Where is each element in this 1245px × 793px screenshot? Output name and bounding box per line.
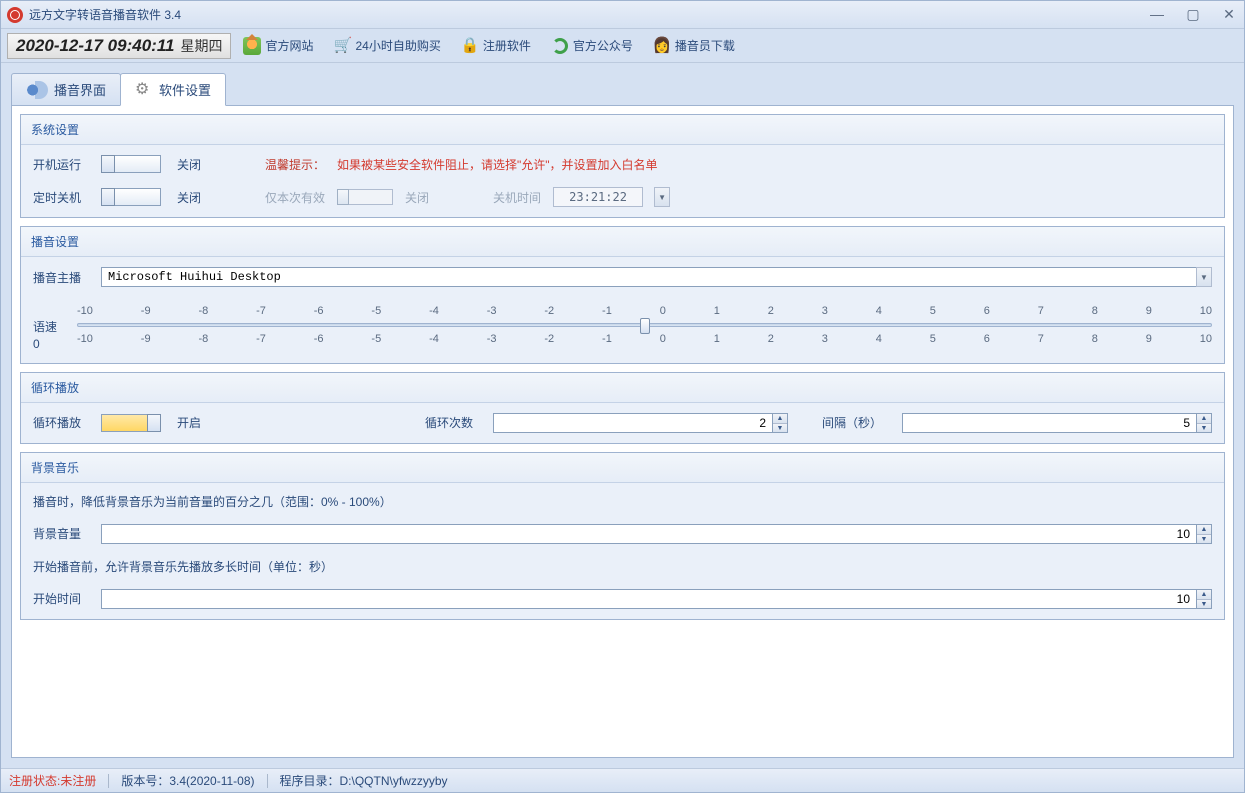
link-label: 24小时自助购买 (356, 37, 441, 54)
spin-down[interactable]: ▼ (1197, 423, 1211, 432)
link-label: 官方网站 (265, 37, 313, 54)
shutdown-toggle[interactable] (101, 188, 161, 206)
settings-panel: 系统设置 开机运行 关闭 温馨提示： 如果被某些安全软件阻止，请选择"允许"，并… (11, 105, 1234, 758)
app-icon (7, 7, 23, 23)
minimize-button[interactable]: — (1148, 6, 1166, 23)
tab-broadcast[interactable]: 播音界面 (11, 73, 121, 106)
cart-icon (334, 37, 352, 55)
loop-count-value[interactable] (493, 413, 773, 433)
autorun-state: 关闭 (177, 156, 201, 173)
group-system: 系统设置 开机运行 关闭 温馨提示： 如果被某些安全软件阻止，请选择"允许"，并… (20, 114, 1225, 218)
slider-ticks-bottom: -10-9-8-7-6-5-4-3-2-1012345678910 (77, 333, 1212, 345)
announcer-download-link[interactable]: 播音员下载 (645, 33, 743, 59)
shutdown-time-label: 关机时间 (493, 189, 541, 206)
speed-slider[interactable] (77, 323, 1212, 327)
voice-label: 播音主播 (33, 269, 89, 286)
window-controls: — ▢ ✕ (1148, 6, 1238, 23)
slider-thumb[interactable] (640, 318, 650, 334)
shutdown-time-dropdown[interactable]: ▼ (654, 187, 670, 207)
spin-up[interactable]: ▲ (1197, 525, 1211, 534)
registration-status: 注册状态:未注册 (9, 772, 96, 789)
datetime-text: 2020-12-17 09:40:11 (16, 36, 174, 56)
group-title: 播音设置 (21, 227, 1224, 257)
spin-up[interactable]: ▲ (773, 414, 787, 423)
lock-icon (461, 37, 479, 55)
once-only-label: 仅本次有效 (265, 189, 325, 206)
version-info: 版本号：3.4(2020-11-08) (121, 772, 254, 789)
interval-value[interactable] (902, 413, 1197, 433)
toolbar: 2020-12-17 09:40:11 星期四 官方网站 24小时自助购买 注册… (1, 29, 1244, 63)
close-button[interactable]: ✕ (1220, 6, 1238, 23)
titlebar: 远方文字转语音播音软件 3.4 — ▢ ✕ (1, 1, 1244, 29)
slider-ticks-top: -10-9-8-7-6-5-4-3-2-1012345678910 (77, 305, 1212, 317)
voice-value[interactable] (101, 267, 1197, 287)
official-site-link[interactable]: 官方网站 (235, 33, 321, 59)
loop-count-label: 循环次数 (425, 414, 481, 431)
maximize-button[interactable]: ▢ (1184, 6, 1202, 23)
bgm-volume-label: 背景音量 (33, 525, 89, 542)
megaphone-icon (26, 81, 48, 99)
once-only-toggle[interactable] (337, 189, 393, 205)
bgm-delay-label: 开始时间 (33, 590, 89, 607)
bgm-delay-value[interactable] (101, 589, 1197, 609)
group-bgm: 背景音乐 播音时，降低背景音乐为当前音量的百分之几（范围：0% - 100%） … (20, 452, 1225, 620)
tab-settings[interactable]: 软件设置 (120, 73, 226, 106)
group-title: 背景音乐 (21, 453, 1224, 483)
self-purchase-link[interactable]: 24小时自助购买 (326, 33, 449, 59)
loop-count-input[interactable]: ▲▼ (493, 413, 788, 433)
interval-label: 间隔（秒） (822, 414, 890, 431)
dayofweek-text: 星期四 (180, 36, 222, 56)
speed-label: 语速 (33, 319, 57, 336)
group-loop: 循环播放 循环播放 开启 循环次数 ▲▼ 间隔（秒） (20, 372, 1225, 444)
tab-label: 播音界面 (54, 80, 106, 99)
voice-select[interactable]: ▼ (101, 267, 1212, 287)
spin-down[interactable]: ▼ (1197, 599, 1211, 608)
bgm-volume-desc: 播音时，降低背景音乐为当前音量的百分之几（范围：0% - 100%） (33, 493, 1212, 510)
link-label: 官方公众号 (573, 37, 633, 54)
window-title: 远方文字转语音播音软件 3.4 (29, 6, 181, 23)
link-label: 播音员下载 (675, 37, 735, 54)
tab-label: 软件设置 (159, 80, 211, 99)
bgm-delay-desc: 开始播音前，允许背景音乐先播放多长时间（单位：秒） (33, 558, 1212, 575)
tab-strip: 播音界面 软件设置 (11, 73, 1234, 106)
speed-value: 0 (33, 336, 57, 353)
refresh-icon (551, 37, 569, 55)
once-only-state: 关闭 (405, 189, 429, 206)
interval-input[interactable]: ▲▼ (902, 413, 1212, 433)
content-area: 播音界面 软件设置 系统设置 开机运行 关闭 温馨提示： 如果被某些安全软件阻止… (1, 63, 1244, 768)
register-software-link[interactable]: 注册软件 (453, 33, 539, 59)
program-dir: 程序目录：D:\QQTN\yfwzzyyby (280, 772, 448, 789)
datetime-display: 2020-12-17 09:40:11 星期四 (7, 33, 231, 59)
hint-text: 如果被某些安全软件阻止，请选择"允许"，并设置加入白名单 (337, 156, 658, 173)
person-icon (653, 37, 671, 55)
bgm-delay-input[interactable]: ▲▼ (101, 589, 1212, 609)
spin-up[interactable]: ▲ (1197, 590, 1211, 599)
status-bar: 注册状态:未注册 版本号：3.4(2020-11-08) 程序目录：D:\QQT… (1, 768, 1244, 792)
shutdown-label: 定时关机 (33, 189, 89, 206)
app-window: 远方文字转语音播音软件 3.4 — ▢ ✕ 2020-12-17 09:40:1… (0, 0, 1245, 793)
group-title: 循环播放 (21, 373, 1224, 403)
loop-label: 循环播放 (33, 414, 89, 431)
gear-icon (135, 81, 153, 99)
link-label: 注册软件 (483, 37, 531, 54)
voice-dropdown-button[interactable]: ▼ (1196, 267, 1212, 287)
spin-down[interactable]: ▼ (773, 423, 787, 432)
hint-prefix: 温馨提示： (265, 156, 325, 173)
autorun-toggle[interactable] (101, 155, 161, 173)
group-broadcast: 播音设置 播音主播 ▼ 语速 0 (20, 226, 1225, 364)
group-title: 系统设置 (21, 115, 1224, 145)
loop-state: 开启 (177, 414, 201, 431)
bgm-volume-value[interactable] (101, 524, 1197, 544)
autorun-label: 开机运行 (33, 156, 89, 173)
shutdown-time-input[interactable] (553, 187, 643, 207)
home-icon (243, 37, 261, 55)
bgm-volume-input[interactable]: ▲▼ (101, 524, 1212, 544)
wechat-link[interactable]: 官方公众号 (543, 33, 641, 59)
shutdown-state: 关闭 (177, 189, 201, 206)
spin-down[interactable]: ▼ (1197, 534, 1211, 543)
loop-toggle[interactable] (101, 414, 161, 432)
spin-up[interactable]: ▲ (1197, 414, 1211, 423)
